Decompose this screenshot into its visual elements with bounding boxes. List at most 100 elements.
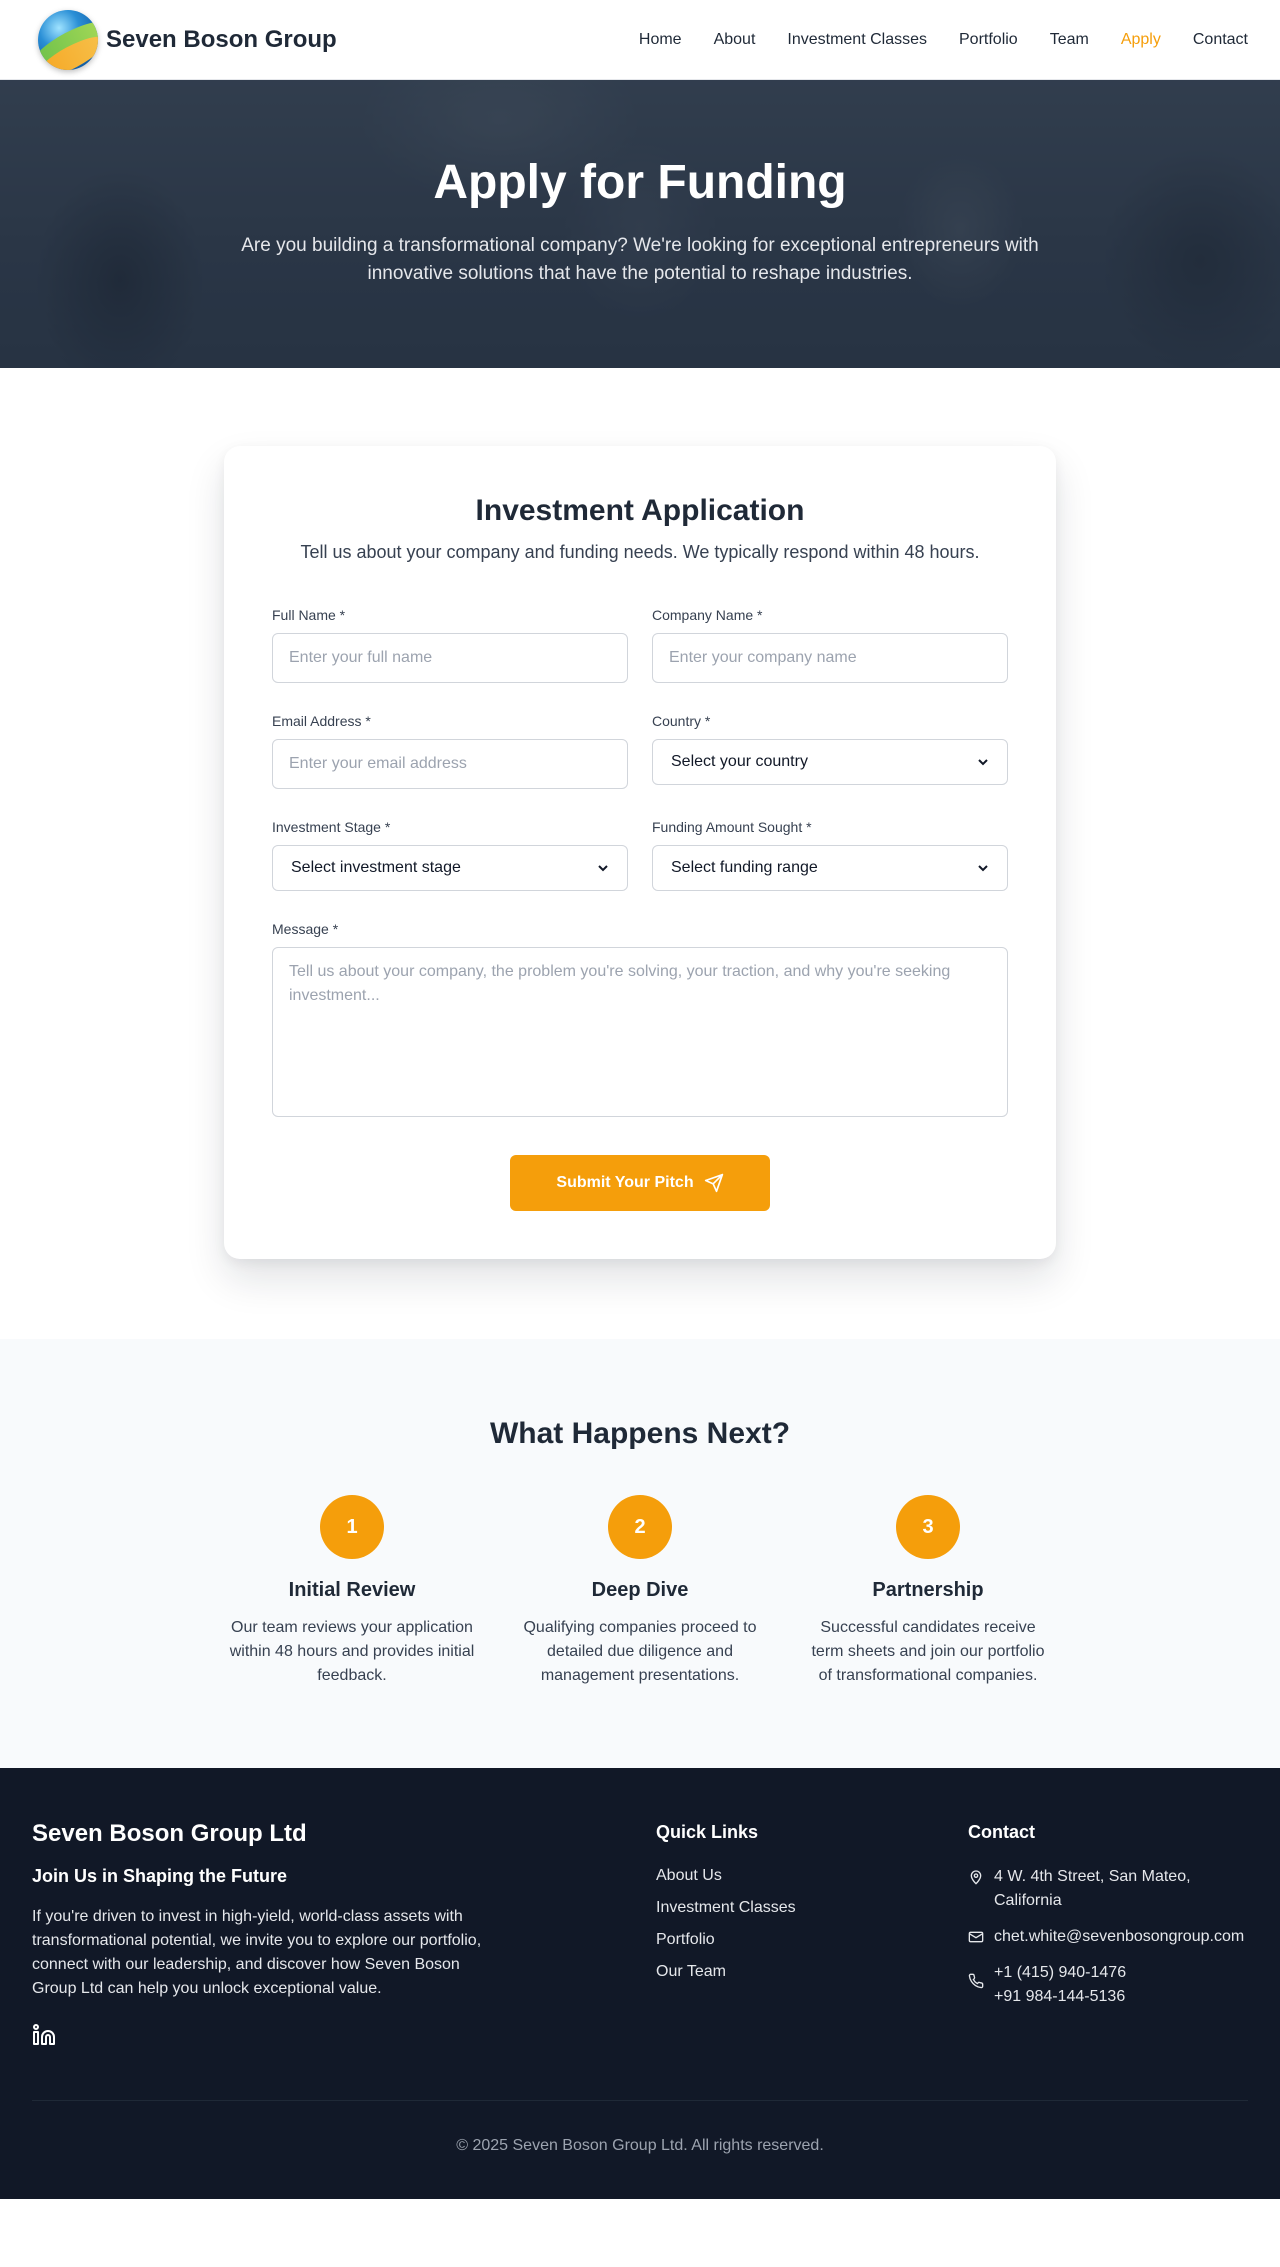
nav-link-apply[interactable]: Apply [1121,31,1161,49]
full-name-label: Full Name * [272,607,346,623]
map-pin-icon [970,1870,982,1885]
form-grid: Full Name * Enter your full name Company… [272,607,1008,1155]
message-textarea[interactable]: Tell us about your company, the problem … [272,947,1008,1117]
nav-link-team[interactable]: Team [1050,31,1089,49]
form-title: Investment Application [475,494,805,527]
company-name-input[interactable]: Enter your company name [652,633,1008,683]
linkedin-link[interactable] [32,2024,56,2051]
send-icon [704,1173,723,1193]
submit-label: Submit Your Pitch [556,1174,694,1191]
steps: 1 Initial Review Our team reviews your a… [0,1495,1280,1688]
step-title: Initial Review [288,1579,416,1601]
top-nav: Seven Boson Group Home About Investment … [0,0,1280,80]
stage-select[interactable]: Select investment stage [272,845,628,891]
quick-links-title: Quick Links [656,1822,759,1842]
country-label: Country * [652,713,711,729]
submit-pitch-button[interactable]: Submit Your Pitch [510,1155,770,1211]
step-initial-review: 1 Initial Review Our team reviews your a… [227,1495,477,1688]
step-deep-dive: 2 Deep Dive Qualifying companies proceed… [515,1495,765,1688]
funding-label: Funding Amount Sought * [652,819,812,835]
message-label: Message * [272,921,339,937]
country-select[interactable]: Select your country [652,739,1008,785]
email-label: Email Address * [272,713,371,729]
footer: Seven Boson Group Ltd Join Us in Shaping… [0,1768,1280,2199]
full-name-field: Full Name * Enter your full name [272,607,628,683]
nav-link-investment-classes[interactable]: Investment Classes [787,31,927,49]
phone-number-us[interactable]: +1 (415) 940-1476 [994,1961,1126,1985]
full-name-placeholder: Enter your full name [289,649,433,666]
step-title: Deep Dive [591,1579,689,1601]
funding-selected: Select funding range [671,859,818,876]
footer-quick-links: Quick Links About Us Investment Classes … [656,1820,968,2052]
step-number-badge: 1 [320,1495,384,1559]
full-name-input[interactable]: Enter your full name [272,633,628,683]
chevron-down-icon [598,865,608,872]
phone-icon [968,1973,984,1989]
contact-address: 4 W. 4th Street, San Mateo, California [968,1865,1248,1913]
country-field: Country * Select your country [652,713,1008,789]
what-happens-next-section: What Happens Next? 1 Initial Review Our … [0,1339,1280,1768]
footer-link-our-team[interactable]: Our Team [656,1961,968,1983]
step-text: Qualifying companies proceed to detailed… [523,1619,757,1684]
hero-overlay [0,80,1280,368]
company-name-field: Company Name * Enter your company name [652,607,1008,683]
funding-select[interactable]: Select funding range [652,845,1008,891]
brand[interactable]: Seven Boson Group [38,9,337,70]
nav-link-about[interactable]: About [714,31,756,49]
step-number-badge: 2 [608,1495,672,1559]
stage-selected: Select investment stage [291,859,461,876]
step-partnership: 3 Partnership Successful candidates rece… [803,1495,1053,1688]
stage-field: Investment Stage * Select investment sta… [272,819,628,891]
footer-columns: Seven Boson Group Ltd Join Us in Shaping… [32,1820,1248,2052]
address-text: 4 W. 4th Street, San Mateo, California [994,1868,1191,1909]
email-input[interactable]: Enter your email address [272,739,628,789]
contact-email[interactable]: chet.white@sevenbosongroup.com [968,1925,1248,1949]
step-text: Our team reviews your application within… [229,1619,475,1684]
footer-divider [32,2100,1248,2101]
footer-company-name: Seven Boson Group Ltd [32,1820,307,1847]
form-subtitle: Tell us about your company and funding n… [300,542,980,562]
next-title: What Happens Next? [489,1417,791,1450]
email-text: chet.white@sevenbosongroup.com [994,1928,1245,1945]
hero-title: Apply for Funding [433,155,847,209]
step-title: Partnership [872,1579,984,1601]
hero-subtitle: Are you building a transformational comp… [241,234,1039,284]
phone-number-in[interactable]: +91 984-144-5136 [994,1985,1126,2009]
company-name-label: Company Name * [652,607,763,623]
application-section: Investment Application Tell us about you… [0,368,1280,1339]
hero: Apply for Funding Are you building a tra… [0,80,1280,368]
footer-description: If you're driven to invest in high-yield… [32,1908,482,1997]
footer-tagline: Join Us in Shaping the Future [32,1866,288,1886]
brand-logo [38,9,98,70]
chevron-down-icon [978,759,988,766]
application-card: Investment Application Tell us about you… [224,446,1056,1259]
footer-contact: Contact 4 W. 4th Street, San Mateo, Cali… [968,1820,1248,2052]
phone-numbers: +1 (415) 940-1476 +91 984-144-5136 [994,1961,1126,2009]
linkedin-icon [33,2024,55,2045]
message-placeholder: Tell us about your company, the problem … [289,963,951,1004]
nav-link-contact[interactable]: Contact [1193,31,1248,49]
step-number-badge: 3 [896,1495,960,1559]
email-placeholder: Enter your email address [289,755,467,772]
submit-wrap: Submit Your Pitch [272,1155,1008,1211]
mail-icon [968,1931,984,1943]
company-name-placeholder: Enter your company name [669,649,857,666]
footer-link-investment-classes[interactable]: Investment Classes [656,1897,968,1919]
country-selected: Select your country [671,753,808,770]
message-field: Message * Tell us about your company, th… [272,921,1008,1117]
copyright: © 2025 Seven Boson Group Ltd. All rights… [456,2137,824,2154]
contact-title: Contact [968,1822,1035,1842]
nav-links: Home About Investment Classes Portfolio … [639,31,1248,49]
nav-link-portfolio[interactable]: Portfolio [959,31,1018,49]
brand-name: Seven Boson Group [106,25,337,53]
footer-link-portfolio[interactable]: Portfolio [656,1929,968,1951]
footer-about: Seven Boson Group Ltd Join Us in Shaping… [32,1820,656,2052]
step-text: Successful candidates receive term sheet… [811,1619,1045,1684]
nav-link-home[interactable]: Home [639,31,682,49]
funding-field: Funding Amount Sought * Select funding r… [652,819,1008,891]
email-field: Email Address * Enter your email address [272,713,628,789]
contact-phone: +1 (415) 940-1476 +91 984-144-5136 [968,1961,1248,2009]
chevron-down-icon [978,865,988,872]
stage-label: Investment Stage * [272,819,391,835]
footer-link-about-us[interactable]: About Us [656,1865,968,1887]
